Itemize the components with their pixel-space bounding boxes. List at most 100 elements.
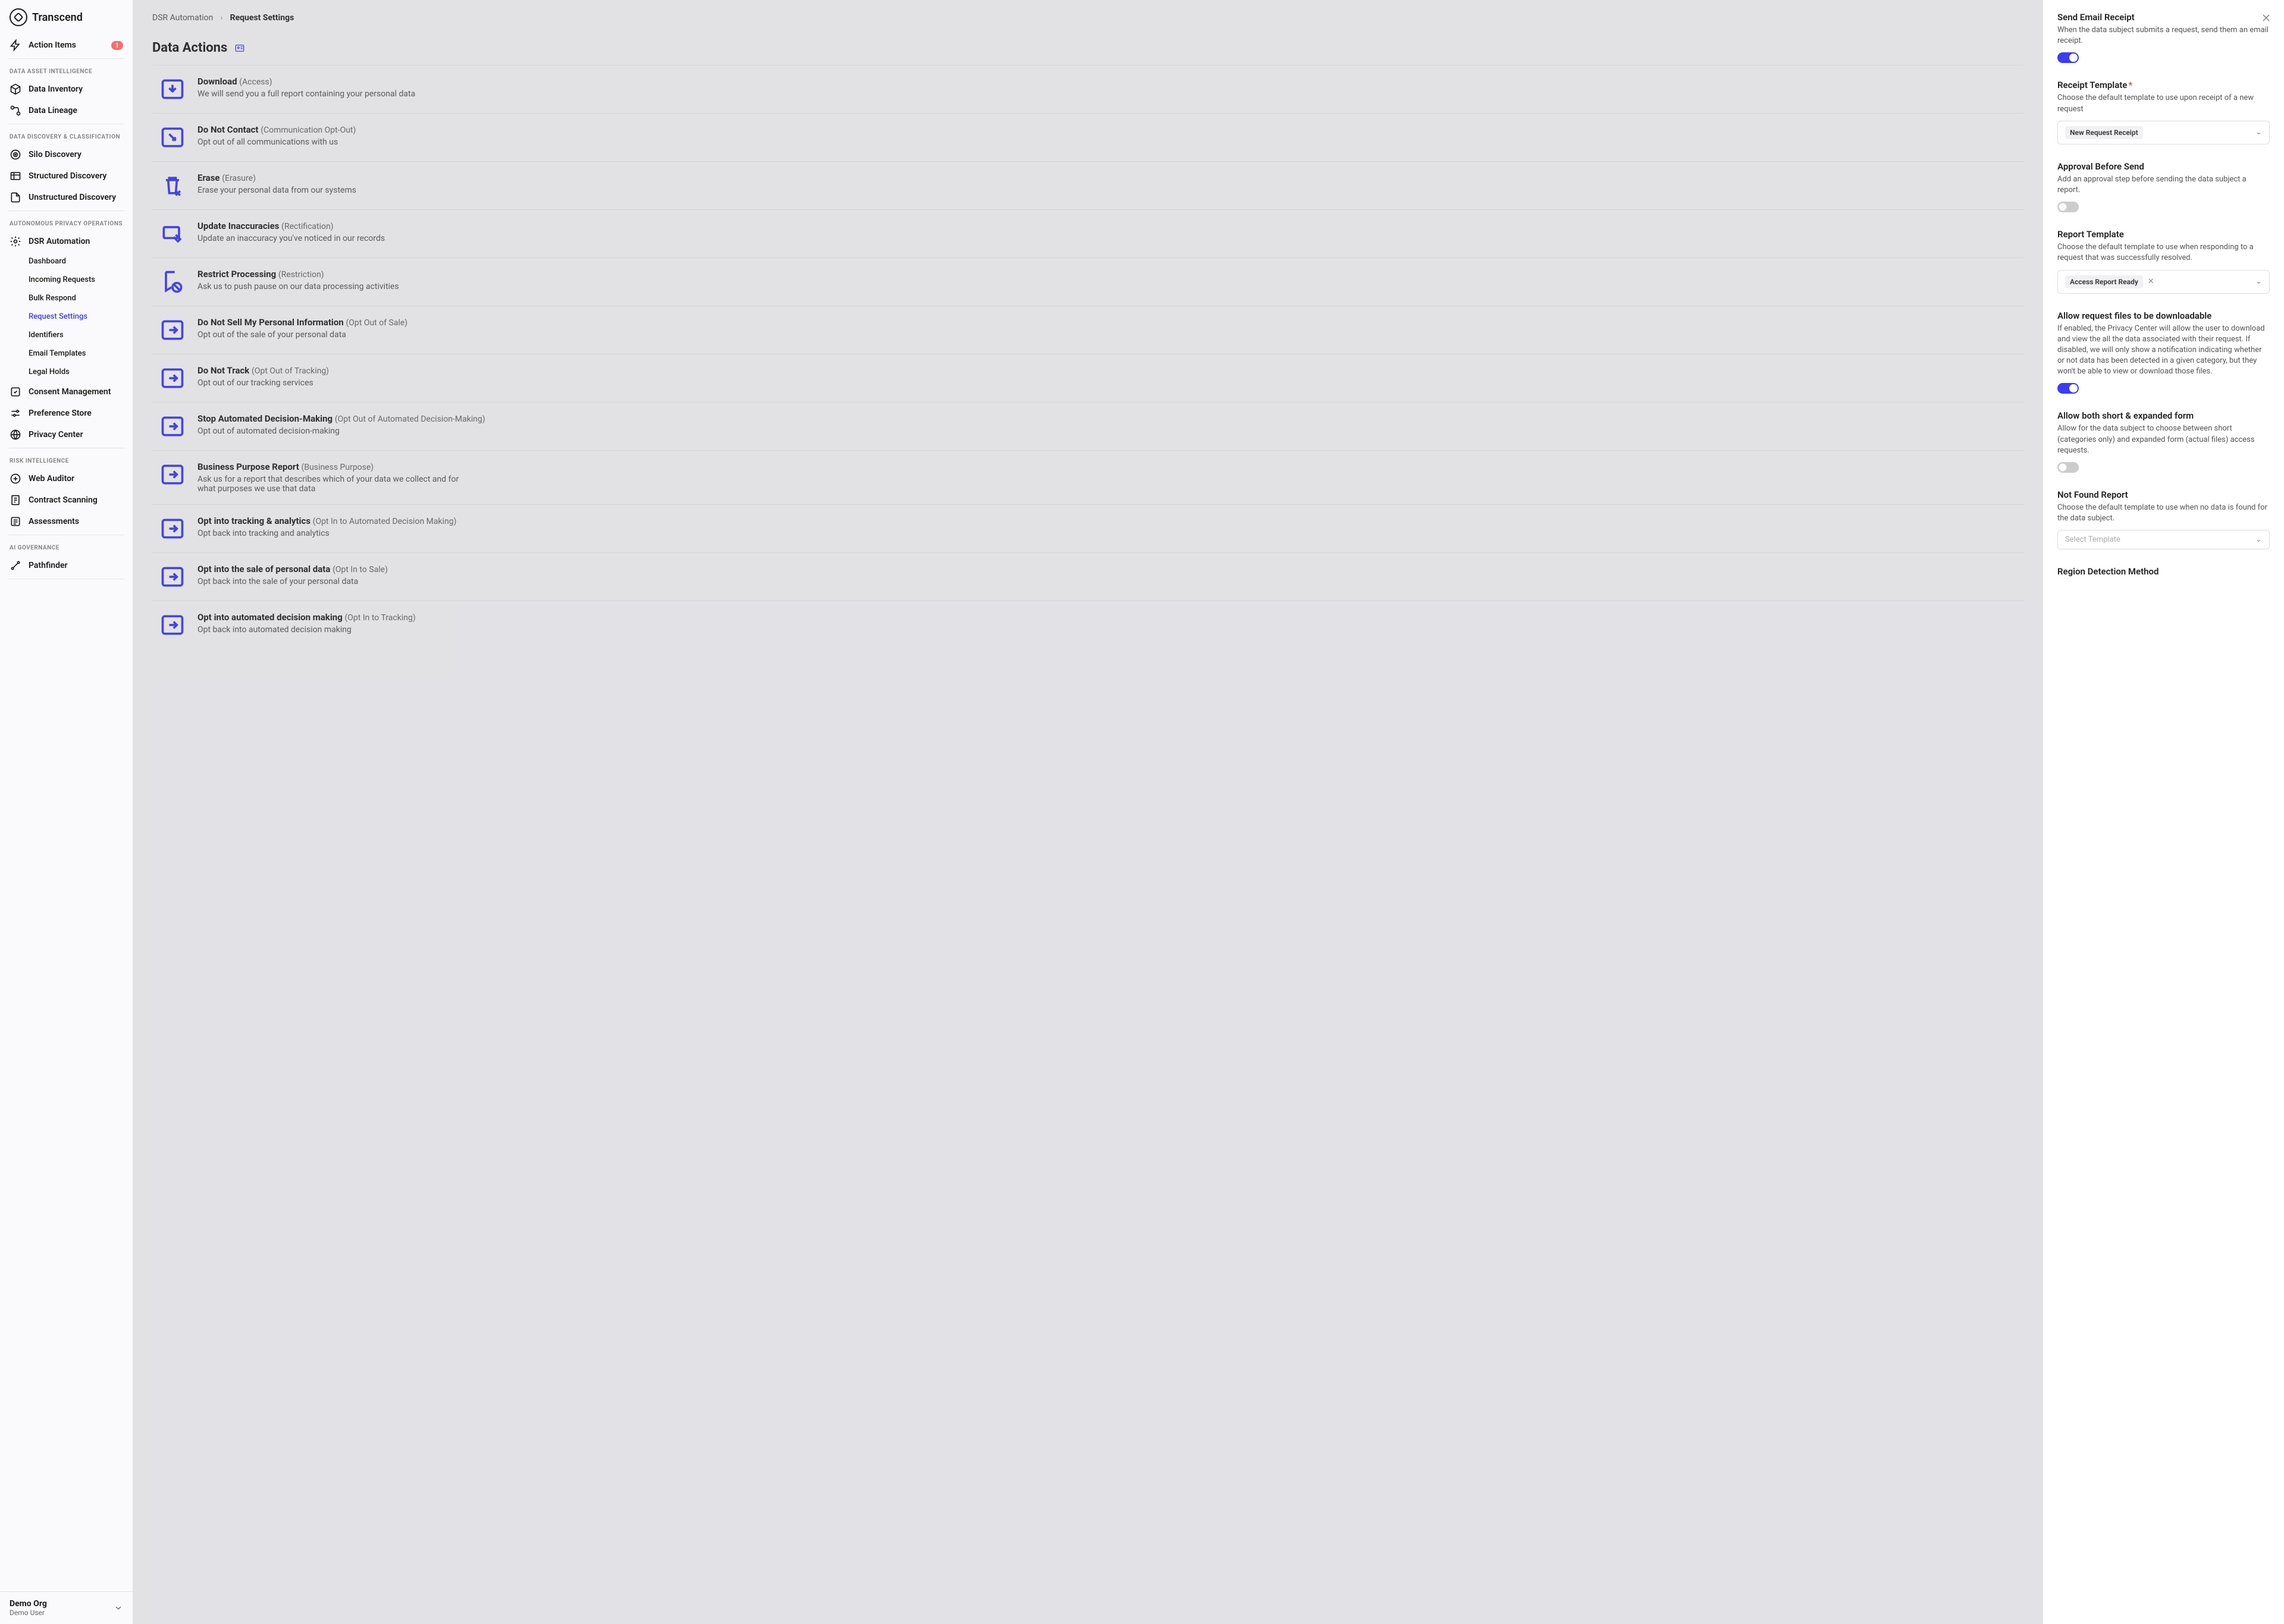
action-title: Opt into the sale of personal data (Opt …	[197, 564, 2016, 574]
chevron-right-icon: ›	[220, 13, 222, 23]
data-action-row[interactable]: Stop Automated Decision-Making (Opt Out …	[152, 402, 2023, 450]
breadcrumb-current: Request Settings	[230, 13, 294, 23]
clear-icon[interactable]: ✕	[2148, 277, 2154, 286]
panel-section: Receipt Template*Choose the default temp…	[2057, 80, 2270, 144]
nav-item-unstructured-discovery[interactable]: Unstructured Discovery	[0, 187, 133, 208]
chevron-down-icon: ⌄	[2255, 128, 2262, 137]
template-select[interactable]: Select Template⌄	[2057, 530, 2270, 549]
nav-item-preference-store[interactable]: Preference Store	[0, 403, 133, 424]
nav-item-pathfinder[interactable]: Pathfinder	[0, 555, 133, 576]
id-badge-icon	[234, 43, 245, 54]
nav-item-label: Structured Discovery	[29, 171, 106, 181]
org-user: Demo User	[10, 1609, 47, 1617]
nav-item-assessments[interactable]: Assessments	[0, 511, 133, 532]
template-select[interactable]: Access Report Ready ✕ ⌄	[2057, 270, 2270, 294]
action-title: Stop Automated Decision-Making (Opt Out …	[197, 413, 2016, 424]
nav-item-label: Contract Scanning	[29, 495, 98, 505]
data-action-row[interactable]: Download (Access) We will send you a full…	[152, 65, 2023, 113]
nav-item-data-lineage[interactable]: Data Lineage	[0, 100, 133, 121]
nav-item-structured-discovery[interactable]: Structured Discovery	[0, 165, 133, 187]
data-action-row[interactable]: Do Not Contact (Communication Opt-Out)Op…	[152, 113, 2023, 161]
data-action-row[interactable]: Business Purpose Report (Business Purpos…	[152, 450, 2023, 504]
close-icon[interactable]	[2260, 12, 2272, 24]
template-select[interactable]: New Request Receipt ⌄	[2057, 121, 2270, 145]
consent-icon	[10, 386, 21, 398]
nav-item-contract-scanning[interactable]: Contract Scanning	[0, 489, 133, 511]
chevron-down-icon: ⌄	[2255, 277, 2262, 286]
nav-subitem-email-templates[interactable]: Email Templates	[0, 344, 133, 363]
panel-desc: Choose the default template to use upon …	[2057, 93, 2270, 114]
nav-item-label: Data Lineage	[29, 106, 77, 115]
optout-icon	[159, 124, 186, 150]
select-chip: New Request Receipt	[2065, 126, 2143, 139]
action-title: Do Not Sell My Personal Information (Opt…	[197, 317, 2016, 328]
list-icon	[10, 516, 21, 527]
panel-desc: Choose the default template to use when …	[2057, 502, 2270, 524]
nav-item-consent-management[interactable]: Consent Management	[0, 381, 133, 403]
main-content: DSR Automation › Request Settings Data A…	[133, 0, 2043, 1624]
arrow-icon	[159, 612, 186, 638]
data-action-row[interactable]: Opt into tracking & analytics (Opt In to…	[152, 504, 2023, 552]
org-switcher[interactable]: Demo Org Demo User	[0, 1591, 133, 1624]
action-desc: Opt back into tracking and analytics	[197, 529, 471, 538]
arrow-icon	[159, 413, 186, 439]
data-action-row[interactable]: Opt into the sale of personal data (Opt …	[152, 552, 2023, 601]
nav-item-silo-discovery[interactable]: Silo Discovery	[0, 144, 133, 165]
action-desc: Ask us for a report that describes which…	[197, 475, 471, 494]
action-desc: We will send you a full report containin…	[197, 89, 471, 99]
action-title: Download (Access)	[197, 76, 2016, 87]
panel-title: Allow both short & expanded form	[2057, 410, 2270, 421]
nav-item-dsr-automation[interactable]: DSR Automation	[0, 231, 133, 252]
panel-desc: Add an approval step before sending the …	[2057, 174, 2270, 196]
data-action-row[interactable]: Restrict Processing (Restriction)Ask us …	[152, 257, 2023, 306]
breadcrumb: DSR Automation › Request Settings	[133, 0, 2043, 23]
nav-item-label: Silo Discovery	[29, 150, 81, 159]
nav-subitem-request-settings[interactable]: Request Settings	[0, 307, 133, 326]
action-title: Erase (Erasure)	[197, 172, 2016, 183]
toggle-switch[interactable]	[2057, 383, 2079, 394]
chevron-down-icon	[114, 1603, 123, 1613]
panel-title: Send Email Receipt	[2057, 12, 2270, 23]
nav-item-privacy-center[interactable]: Privacy Center	[0, 424, 133, 445]
nav-subitem-identifiers[interactable]: Identifiers	[0, 326, 133, 344]
table-icon	[10, 170, 21, 182]
select-chip: Access Report Ready	[2065, 275, 2143, 288]
select-placeholder: Select Template	[2065, 535, 2120, 544]
org-name: Demo Org	[10, 1599, 47, 1609]
nav-item-web-auditor[interactable]: Web Auditor	[0, 468, 133, 489]
erase-icon	[159, 172, 186, 199]
action-desc: Erase your personal data from our system…	[197, 186, 471, 195]
nav-subitem-bulk-respond[interactable]: Bulk Respond	[0, 289, 133, 307]
automation-icon	[10, 235, 21, 247]
web-icon	[10, 473, 21, 485]
nav-subitem-dashboard[interactable]: Dashboard	[0, 252, 133, 271]
breadcrumb-parent[interactable]: DSR Automation	[152, 13, 213, 23]
nav-item-data-inventory[interactable]: Data Inventory	[0, 78, 133, 100]
data-action-row[interactable]: Opt into automated decision making (Opt …	[152, 601, 2023, 649]
nav-item-label: Web Auditor	[29, 474, 74, 483]
nav-subitem-incoming-requests[interactable]: Incoming Requests	[0, 271, 133, 289]
arrow-icon	[159, 317, 186, 343]
panel-section: Report TemplateChoose the default templa…	[2057, 229, 2270, 293]
data-action-row[interactable]: Erase (Erasure) Erase your personal data …	[152, 161, 2023, 209]
nav-subitem-legal-holds[interactable]: Legal Holds	[0, 363, 133, 381]
nav-action-items[interactable]: Action Items 1	[0, 34, 133, 56]
path-icon	[10, 560, 21, 571]
nav-item-label: DSR Automation	[29, 237, 90, 246]
panel-title: Region Detection Method	[2057, 566, 2270, 577]
toggle-switch[interactable]	[2057, 52, 2079, 63]
download-icon	[159, 76, 186, 102]
data-action-row[interactable]: Do Not Sell My Personal Information (Opt…	[152, 306, 2023, 354]
logo[interactable]: Transcend	[0, 0, 133, 34]
nav-item-label: Privacy Center	[29, 430, 83, 439]
toggle-switch[interactable]	[2057, 462, 2079, 473]
panel-title: Approval Before Send	[2057, 161, 2270, 172]
bolt-icon	[10, 39, 21, 51]
toggle-switch[interactable]	[2057, 202, 2079, 212]
data-actions-list: Download (Access) We will send you a full…	[133, 65, 2043, 1624]
action-desc: Opt out of automated decision-making	[197, 426, 471, 436]
panel-section: Not Found ReportChoose the default templ…	[2057, 489, 2270, 549]
panel-section: Region Detection Method	[2057, 566, 2270, 577]
data-action-row[interactable]: Do Not Track (Opt Out of Tracking)Opt ou…	[152, 354, 2023, 402]
data-action-row[interactable]: Update Inaccuracies (Rectification)Updat…	[152, 209, 2023, 257]
